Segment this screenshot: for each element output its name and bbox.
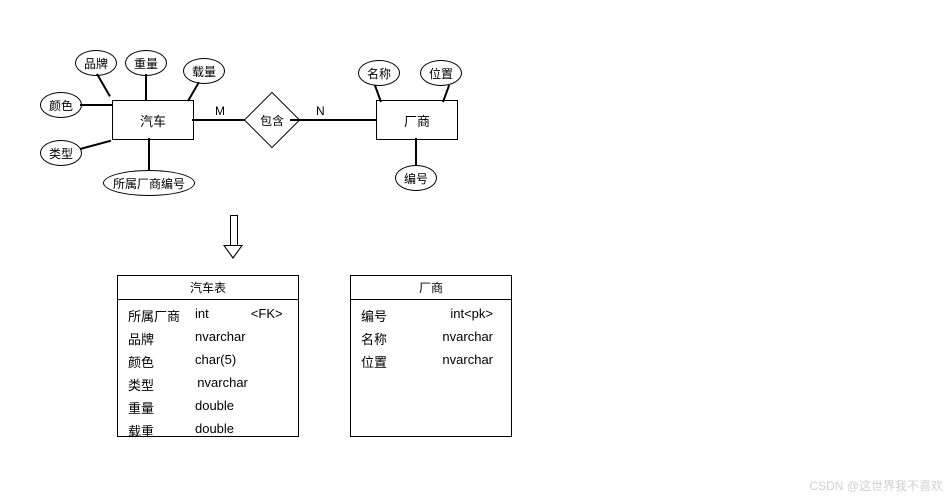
table-row: 颜色char(5) [128,352,288,371]
table-mfr: 厂商 编号int<pk> 名称nvarchar 位置nvarchar [350,275,512,437]
attr-brand: 品牌 [75,50,117,76]
table-row: 品牌nvarchar [128,329,288,348]
table-row: 名称nvarchar [361,329,501,348]
watermark: CSDN @这世界我不喜欢 [809,477,943,494]
table-mfr-title: 厂商 [351,276,511,300]
entity-mfr: 厂商 [376,100,458,140]
attr-type: 类型 [40,140,82,166]
connector [148,138,150,170]
connector [290,119,376,121]
connector [80,104,112,106]
table-mfr-body: 编号int<pk> 名称nvarchar 位置nvarchar [351,300,511,381]
connector [80,140,111,150]
attr-mfr-id: 所属厂商编号 [103,170,195,196]
attr-id: 编号 [395,165,437,191]
entity-car: 汽车 [112,100,194,140]
arrow-down-icon [225,215,241,260]
attr-name: 名称 [358,60,400,86]
attr-location: 位置 [420,60,462,86]
table-car: 汽车表 所属厂商int<FK> 品牌nvarchar 颜色char(5) 类型n… [117,275,299,437]
connector [415,138,417,165]
table-row: 类型nvarchar [128,375,288,394]
cardinality-n: N [316,104,325,118]
cardinality-m: M [215,104,225,118]
er-diagram: 汽车 品牌 重量 载量 颜色 类型 所属厂商编号 M 包含 N 厂商 名称 位置… [0,0,951,500]
table-row: 载重double [128,421,288,440]
table-row: 编号int<pk> [361,306,501,325]
connector [145,74,147,100]
table-car-body: 所属厂商int<FK> 品牌nvarchar 颜色char(5) 类型nvarc… [118,300,298,450]
entity-car-label: 汽车 [140,111,166,130]
connector [96,74,110,97]
entity-mfr-label: 厂商 [404,111,430,130]
table-row: 位置nvarchar [361,352,501,371]
attr-load: 载量 [183,58,225,84]
connector [187,82,199,102]
relationship-contains: 包含 [252,100,292,140]
attr-color: 颜色 [40,92,82,118]
table-car-title: 汽车表 [118,276,298,300]
table-row: 所属厂商int<FK> [128,306,288,325]
attr-weight: 重量 [125,50,167,76]
table-row: 重量double [128,398,288,417]
